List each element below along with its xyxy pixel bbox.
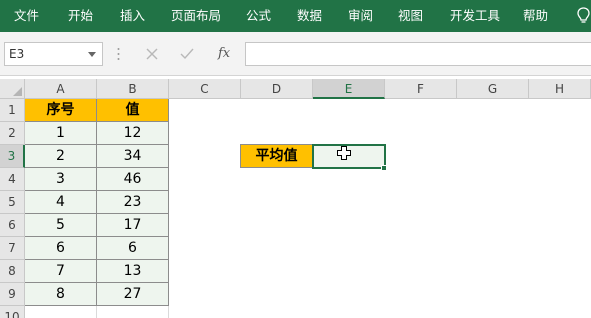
column-header-e[interactable]: E <box>313 79 385 99</box>
row-header-6[interactable]: 6 <box>0 214 25 237</box>
table-cell-value[interactable]: 17 <box>97 214 169 237</box>
column-header-g[interactable]: G <box>457 79 529 99</box>
enter-check-icon[interactable] <box>178 44 196 64</box>
row-header-10[interactable]: 10 <box>0 306 25 318</box>
column-header-a[interactable]: A <box>25 79 97 99</box>
column-header-f[interactable]: F <box>385 79 457 99</box>
ribbon-tab-bar: 文件 开始 插入 页面布局 公式 数据 审阅 视图 开发工具 帮助 <box>0 0 591 32</box>
cancel-icon[interactable] <box>143 44 161 64</box>
table-cell-value[interactable]: 34 <box>97 145 169 168</box>
cell-select-cursor-icon <box>337 146 351 160</box>
table-cell-value[interactable]: 23 <box>97 191 169 214</box>
table-cell-seq[interactable]: 2 <box>25 145 97 168</box>
tab-page-layout[interactable]: 页面布局 <box>171 0 221 32</box>
row-header-7[interactable]: 7 <box>0 237 25 260</box>
tab-review[interactable]: 审阅 <box>348 0 373 32</box>
table-cell-seq[interactable]: 4 <box>25 191 97 214</box>
lightbulb-icon[interactable] <box>576 6 591 26</box>
formula-input[interactable] <box>245 42 591 66</box>
tab-insert[interactable]: 插入 <box>120 0 145 32</box>
table-cell-value[interactable]: 13 <box>97 260 169 283</box>
table-cell-seq[interactable]: 8 <box>25 283 97 306</box>
tab-data[interactable]: 数据 <box>297 0 322 32</box>
table-cell-seq[interactable]: 6 <box>25 237 97 260</box>
table-cell-seq[interactable]: 7 <box>25 260 97 283</box>
insert-function-icon[interactable]: fx <box>218 44 230 64</box>
tab-view[interactable]: 视图 <box>398 0 423 32</box>
row-header-4[interactable]: 4 <box>0 168 25 191</box>
table-cell-value[interactable]: 6 <box>97 237 169 260</box>
table-cell-seq[interactable]: 1 <box>25 122 97 145</box>
row-header-2[interactable]: 2 <box>0 122 25 145</box>
cell-a10[interactable] <box>25 306 97 318</box>
table-cell-value[interactable]: 12 <box>97 122 169 145</box>
fill-handle[interactable] <box>381 165 387 171</box>
tab-developer[interactable]: 开发工具 <box>450 0 500 32</box>
row-header-9[interactable]: 9 <box>0 283 25 306</box>
table-cell-seq[interactable]: 3 <box>25 168 97 191</box>
column-header-d[interactable]: D <box>241 79 313 99</box>
column-header-b[interactable]: B <box>97 79 169 99</box>
worksheet-grid: A B C D E F G H 1 2 3 4 5 6 7 8 9 10 序号 … <box>0 79 591 318</box>
name-box[interactable]: E3 <box>4 42 103 66</box>
column-header-h[interactable]: H <box>529 79 591 99</box>
table-header-seq[interactable]: 序号 <box>25 99 97 122</box>
column-header-c[interactable]: C <box>169 79 241 99</box>
cell-b10[interactable] <box>97 306 169 318</box>
tab-help[interactable]: 帮助 <box>523 0 548 32</box>
avg-label-cell[interactable]: 平均值 <box>240 144 313 168</box>
name-box-value: E3 <box>9 47 25 61</box>
tab-file[interactable]: 文件 <box>14 0 39 32</box>
select-all-corner[interactable] <box>0 79 25 99</box>
row-header-8[interactable]: 8 <box>0 260 25 283</box>
tab-formulas[interactable]: 公式 <box>246 0 271 32</box>
chevron-down-icon[interactable] <box>88 52 96 57</box>
row-header-5[interactable]: 5 <box>0 191 25 214</box>
table-cell-value[interactable]: 27 <box>97 283 169 306</box>
tab-home[interactable]: 开始 <box>68 0 93 32</box>
drag-handle-icon[interactable] <box>117 46 120 62</box>
formula-bar-area: E3 fx <box>0 32 591 76</box>
row-header-1[interactable]: 1 <box>0 99 25 122</box>
row-header-3[interactable]: 3 <box>0 145 25 168</box>
table-cell-value[interactable]: 46 <box>97 168 169 191</box>
table-header-value[interactable]: 值 <box>97 99 169 122</box>
table-cell-seq[interactable]: 5 <box>25 214 97 237</box>
